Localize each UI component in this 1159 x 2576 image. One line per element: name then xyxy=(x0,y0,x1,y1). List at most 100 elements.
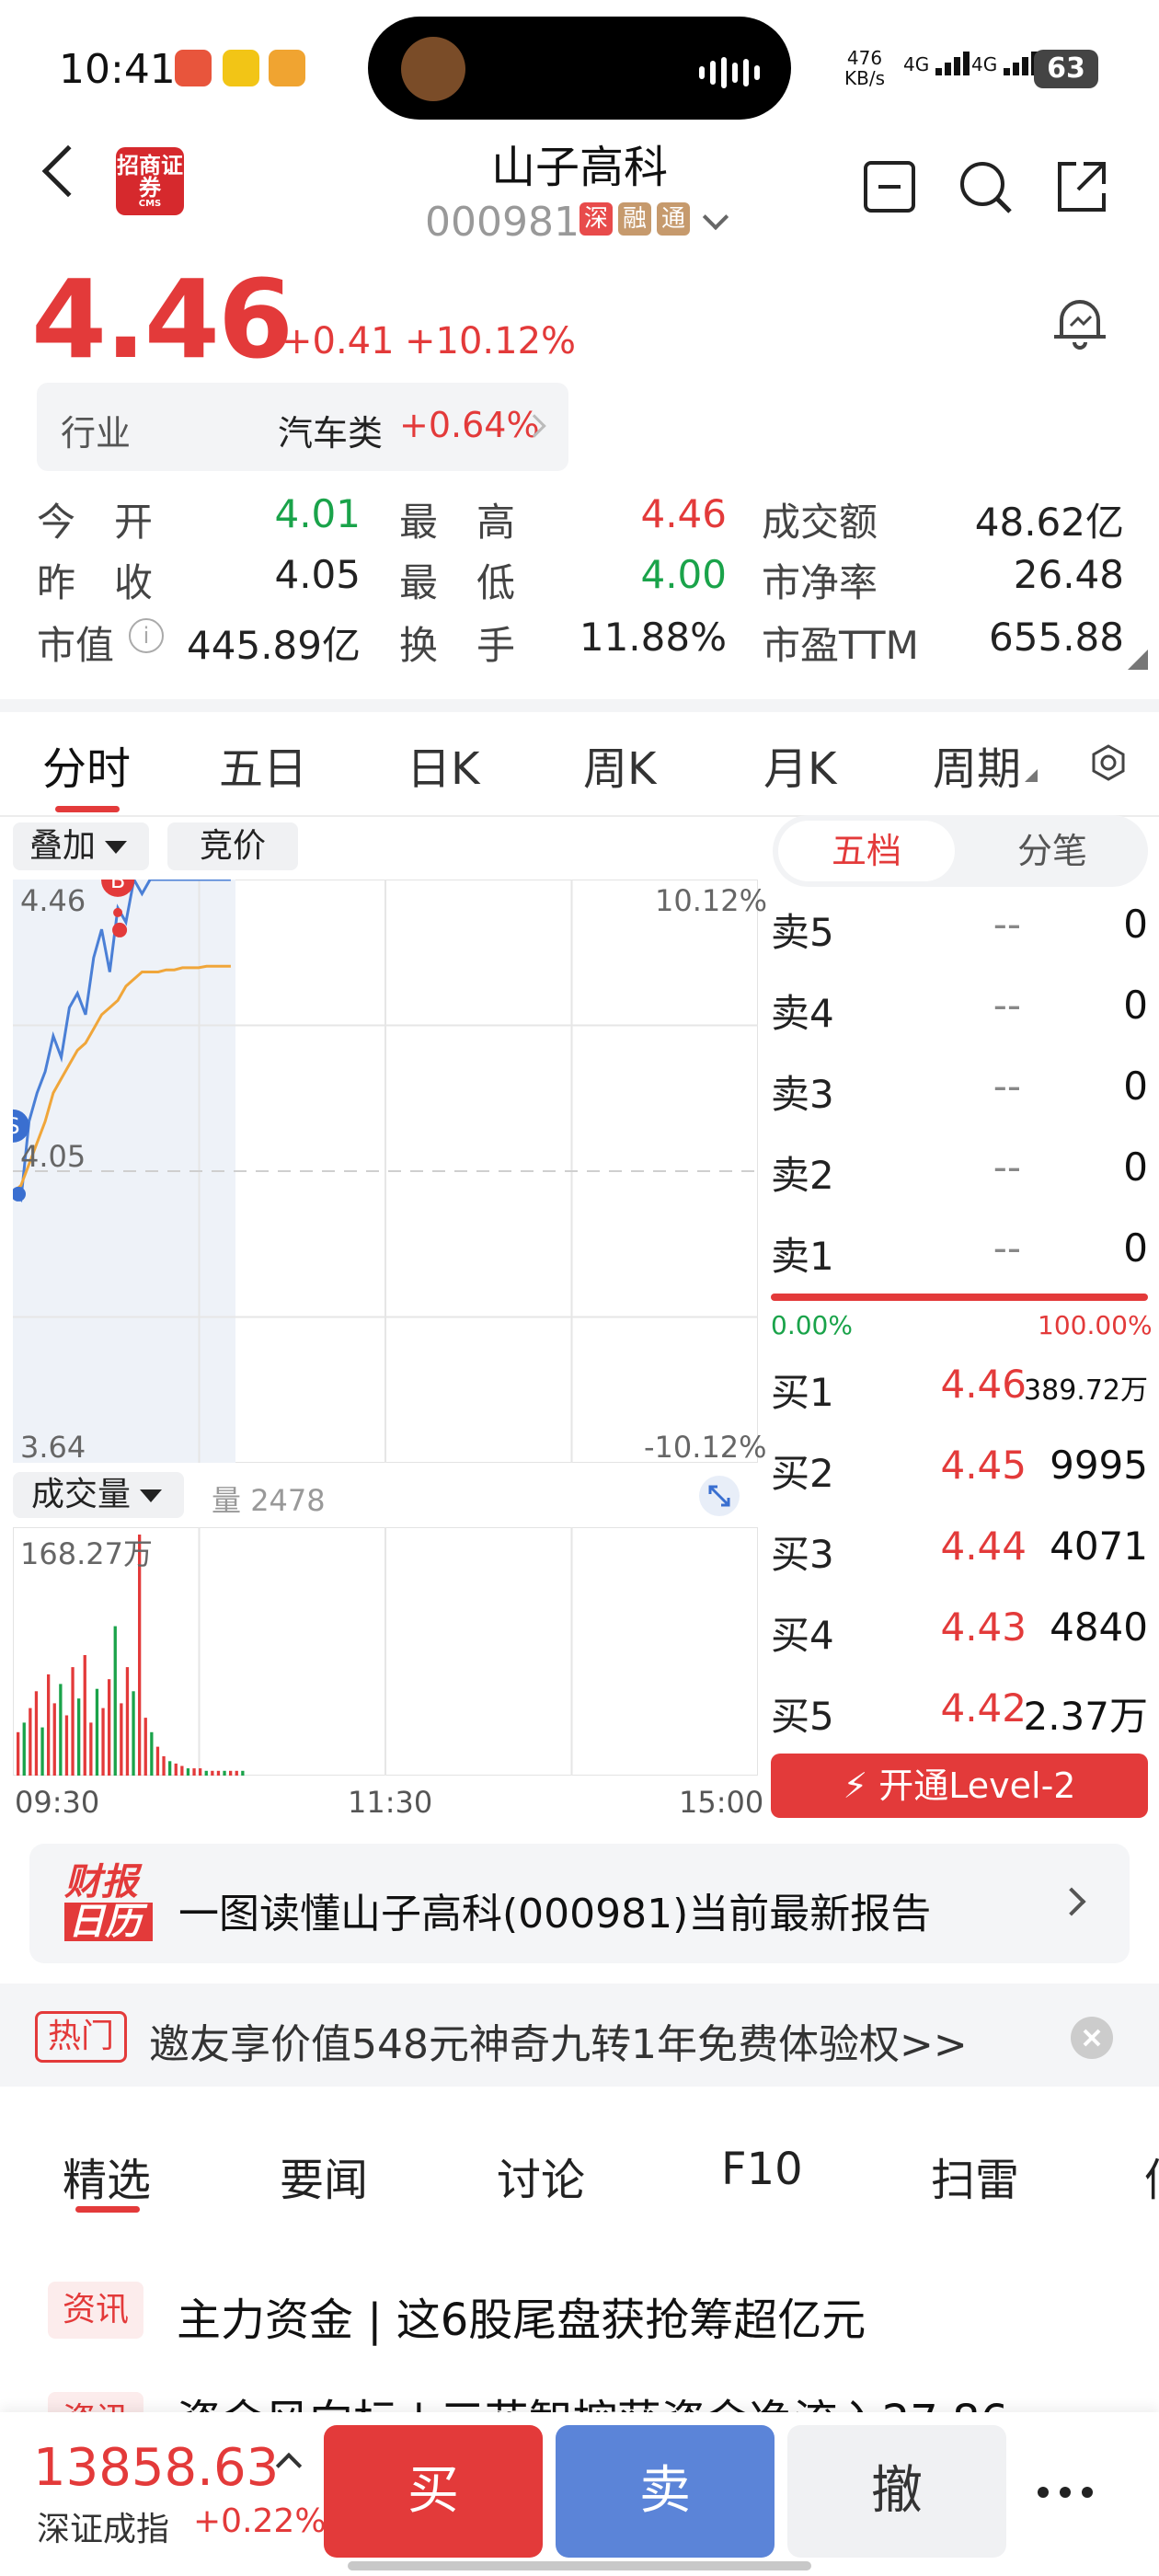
bid-price[interactable]: 4.46 xyxy=(920,1362,1027,1407)
bid-price[interactable]: 4.44 xyxy=(920,1524,1027,1569)
price-change: +0.41 xyxy=(281,320,395,362)
price-alert-bell-icon[interactable] xyxy=(1050,293,1109,351)
bid-price[interactable]: 4.42 xyxy=(920,1685,1027,1731)
sell-button[interactable]: 卖 xyxy=(556,2425,775,2558)
divider xyxy=(0,699,1159,712)
stat-value: 4.01 xyxy=(274,491,361,536)
buy-ratio: 0.00% xyxy=(771,1310,853,1340)
volume-bar xyxy=(40,1727,44,1776)
auction-button[interactable]: 竞价 xyxy=(167,822,298,870)
volume-bar xyxy=(241,1770,245,1776)
stat-value: 11.88% xyxy=(579,615,727,660)
stat-label: 最 低 xyxy=(399,560,516,605)
current-price: 4.46 xyxy=(31,256,293,383)
more-icon[interactable] xyxy=(1038,2484,1104,2501)
lightning-icon: ⚡ xyxy=(843,1765,868,1806)
search-icon[interactable] xyxy=(957,158,1014,215)
stat-value: 655.88 xyxy=(989,615,1124,660)
trade-dot xyxy=(113,907,123,917)
tab-daily-k[interactable]: 日K xyxy=(407,732,479,797)
volume-bar xyxy=(204,1770,208,1776)
bid-label: 买1 xyxy=(771,1370,834,1415)
volume-bar xyxy=(101,1708,105,1776)
minus-square-icon[interactable] xyxy=(861,158,918,215)
expand-icon[interactable] xyxy=(699,1476,740,1516)
tab-period[interactable]: 周期 xyxy=(933,732,1021,797)
broker-logo: 招商证券 CMS xyxy=(116,147,184,215)
stat-label: 市盈TTM xyxy=(762,623,919,668)
overlay-dropdown[interactable]: 叠加 xyxy=(13,822,149,870)
volume-bar xyxy=(150,1731,154,1776)
info-icon[interactable]: i xyxy=(129,618,164,653)
stat-value: 26.48 xyxy=(1013,552,1124,597)
tab-five-level[interactable]: 五档 xyxy=(778,821,955,881)
back-icon[interactable] xyxy=(41,144,95,198)
x-axis-label: 09:30 xyxy=(15,1785,100,1820)
volume-bar xyxy=(22,1722,26,1776)
share-icon[interactable] xyxy=(1052,158,1109,215)
industry-label: 行业 xyxy=(61,413,132,454)
home-indicator[interactable] xyxy=(348,2561,811,2570)
level2-button[interactable]: ⚡ 开通Level-2 xyxy=(771,1754,1148,1818)
stock-code[interactable]: 000981 xyxy=(425,199,580,246)
volume-bar xyxy=(235,1770,238,1776)
close-icon[interactable] xyxy=(1071,2017,1113,2059)
audio-wave-icon xyxy=(699,57,765,88)
stat-label: 换 手 xyxy=(399,623,516,668)
cancel-order-button[interactable]: 撤 xyxy=(787,2425,1006,2558)
ask-price[interactable]: -- xyxy=(947,1144,1021,1190)
bid-label: 买5 xyxy=(771,1694,834,1739)
ratio-bar xyxy=(771,1294,1148,1301)
news-tab-discussion[interactable]: 讨论 xyxy=(497,2144,585,2208)
notification-app-icon xyxy=(175,50,212,86)
chart-settings-icon[interactable] xyxy=(1089,743,1128,782)
tag-shen: 深 xyxy=(580,202,613,236)
news-tab-risk[interactable]: 扫雷 xyxy=(931,2144,1019,2208)
volume-bar xyxy=(132,1691,135,1776)
ask-label: 卖2 xyxy=(771,1153,834,1198)
stat-value: 4.00 xyxy=(640,552,727,597)
news-tab-featured[interactable]: 精选 xyxy=(63,2144,151,2208)
news-tab-headlines[interactable]: 要闻 xyxy=(280,2144,368,2208)
ask-price[interactable]: -- xyxy=(947,1225,1021,1271)
y-axis-mid-label: 4.05 xyxy=(20,1139,86,1174)
notification-app-icon xyxy=(223,50,259,86)
notification-app-icon xyxy=(269,50,305,86)
bid-label: 买3 xyxy=(771,1532,834,1577)
volume-bar xyxy=(168,1761,172,1776)
news-tab-more[interactable]: 仙 xyxy=(1144,2144,1159,2208)
bid-volume: 4840 xyxy=(1050,1604,1148,1650)
news-tab-f10[interactable]: F10 xyxy=(721,2144,803,2195)
tab-tick[interactable]: 分笔 xyxy=(962,821,1142,881)
volume-bar xyxy=(71,1667,75,1776)
tab-intraday[interactable]: 分时 xyxy=(42,732,131,797)
industry-name: 汽车类 xyxy=(278,413,384,454)
tab-weekly-k[interactable]: 周K xyxy=(583,732,656,797)
stat-value: 48.62亿 xyxy=(974,500,1124,545)
ask-price[interactable]: -- xyxy=(947,983,1021,1028)
status-time: 10:41 xyxy=(59,46,176,93)
intraday-price-chart[interactable]: BS xyxy=(13,880,758,1463)
volume-bar xyxy=(77,1698,81,1776)
ask-price[interactable]: -- xyxy=(947,902,1021,947)
volume-bar xyxy=(216,1770,221,1776)
news-title[interactable]: 主力资金 | 这6股尾盘获抢筹超亿元 xyxy=(177,2283,866,2348)
signal-1-icon: 4G xyxy=(903,52,972,75)
ask-volume: 0 xyxy=(1123,1144,1148,1190)
tab-five-day[interactable]: 五日 xyxy=(219,732,307,797)
ask-volume: 0 xyxy=(1123,902,1148,947)
expand-corner-icon[interactable] xyxy=(1128,650,1148,670)
index-value[interactable]: 13858.63 xyxy=(33,2438,279,2498)
index-change: +0.22% xyxy=(193,2502,327,2540)
volume-dropdown[interactable]: 成交量 xyxy=(13,1472,184,1518)
bid-price[interactable]: 4.45 xyxy=(920,1443,1027,1488)
ask-price[interactable]: -- xyxy=(947,1064,1021,1109)
chevron-down-icon[interactable] xyxy=(702,203,729,231)
buy-button[interactable]: 买 xyxy=(324,2425,543,2558)
tab-monthly-k[interactable]: 月K xyxy=(763,732,836,797)
volume-bar xyxy=(108,1679,111,1776)
volume-bar xyxy=(192,1768,196,1776)
bid-volume: 389.72万 xyxy=(1024,1374,1148,1407)
tag-tong: 通 xyxy=(657,202,690,236)
bid-price[interactable]: 4.43 xyxy=(920,1604,1027,1650)
